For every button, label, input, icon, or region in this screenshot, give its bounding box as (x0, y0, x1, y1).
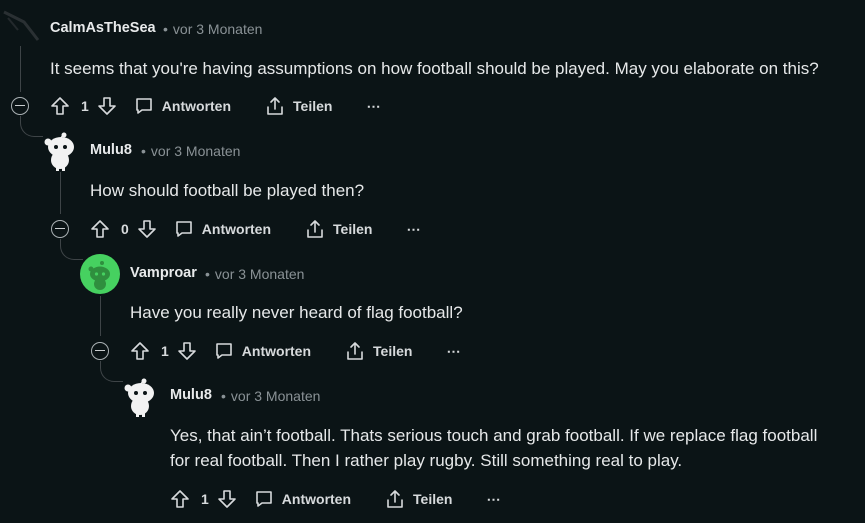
reply-button[interactable]: Antworten (134, 96, 231, 116)
upvote-icon[interactable] (90, 219, 110, 239)
vote-count: 0 (121, 221, 129, 237)
thread-line-2 (60, 172, 61, 214)
snoo-green-icon (80, 254, 120, 294)
share-icon (307, 220, 323, 238)
comment-text-line: Have you really never heard of flag foot… (130, 303, 463, 322)
upvote-icon[interactable] (170, 489, 190, 509)
comment-author[interactable]: Mulu8 (170, 387, 212, 403)
share-icon (267, 97, 283, 115)
comment-icon (175, 221, 192, 237)
vote-count: 1 (81, 98, 89, 114)
reply-button[interactable]: Antworten (254, 489, 351, 509)
separator-dot: • (205, 266, 210, 282)
comment-body: Have you really never heard of flag foot… (130, 300, 850, 325)
more-options-button[interactable]: ⋯ (406, 221, 420, 238)
timestamp-text: vor 3 Monaten (150, 143, 241, 159)
vote-count: 1 (201, 491, 209, 507)
thread-curve-3 (100, 361, 123, 382)
comment-icon (215, 343, 232, 359)
snoo-white-icon (44, 132, 74, 171)
comment-icon (135, 98, 152, 114)
reply-button[interactable]: Antworten (214, 341, 311, 361)
more-icon: ⋯ (366, 97, 381, 114)
timestamp-text: vor 3 Monaten (214, 266, 305, 282)
avatar[interactable] (2, 8, 40, 46)
comment-author[interactable]: Mulu8 (90, 142, 132, 158)
more-options-button[interactable]: ⋯ (446, 343, 460, 360)
downvote-icon[interactable] (177, 341, 197, 361)
comment-timestamp: • vor 3 Monaten (205, 266, 304, 282)
separator-dot: • (221, 388, 226, 404)
upvote-icon[interactable] (50, 96, 70, 116)
share-label: Teilen (373, 343, 413, 359)
comment-text-line: for real football. Then I rather play ru… (170, 451, 683, 470)
comment-action-bar: 0 Antworten Teilen ⋯ (90, 214, 420, 244)
comment-action-bar: 1 Antworten Teilen ⋯ (130, 336, 460, 366)
reply-label: Antworten (281, 491, 352, 507)
comment-timestamp: • vor 3 Monaten (221, 388, 320, 404)
downvote-icon[interactable] (137, 219, 157, 239)
more-options-button[interactable]: ⋯ (366, 98, 380, 115)
comment-body: Yes, that ain’t football. Thats serious … (170, 423, 860, 473)
comment-text-line: How should football be played then? (90, 181, 365, 200)
timestamp-text: vor 3 Monaten (230, 388, 321, 404)
reply-label: Antworten (241, 343, 312, 359)
share-label: Teilen (333, 221, 373, 237)
downvote-icon[interactable] (217, 489, 237, 509)
comment-body: How should football be played then? (90, 178, 850, 203)
share-label: Teilen (293, 98, 333, 114)
downvote-icon[interactable] (97, 96, 117, 116)
comment-timestamp: • vor 3 Monaten (141, 143, 240, 159)
timestamp-text: vor 3 Monaten (172, 21, 263, 37)
more-icon: ⋯ (446, 342, 461, 359)
thread-curve-1 (20, 116, 43, 137)
comment-text-line: Yes, that ain’t football. Thats serious … (170, 426, 818, 445)
reply-label: Antworten (161, 98, 232, 114)
separator-dot: • (163, 21, 168, 37)
vote-count: 1 (161, 343, 169, 359)
comment-action-bar: 1 Antworten Teilen ⋯ (170, 484, 500, 514)
share-icon (347, 342, 363, 360)
avatar[interactable] (122, 376, 158, 418)
upvote-icon[interactable] (130, 341, 150, 361)
share-button[interactable]: Teilen (305, 219, 372, 239)
collapse-thread-button[interactable] (51, 220, 69, 238)
avatar[interactable] (42, 130, 78, 172)
comment-author[interactable]: Vamproar (130, 265, 197, 281)
reply-label: Antworten (201, 221, 272, 237)
share-button[interactable]: Teilen (345, 341, 412, 361)
share-button[interactable]: Teilen (265, 96, 332, 116)
more-icon: ⋯ (406, 220, 421, 237)
avatar[interactable] (80, 254, 120, 294)
reply-button[interactable]: Antworten (174, 219, 271, 239)
comment-author[interactable]: CalmAsTheSea (50, 20, 156, 36)
dark-avatar-icon (3, 10, 40, 41)
thread-line-3 (100, 296, 101, 336)
more-options-button[interactable]: ⋯ (486, 491, 500, 508)
comment-icon (255, 491, 272, 507)
comment-action-bar: 1 Antworten Teilen ⋯ (50, 91, 380, 121)
comment-body: It seems that you're having assumptions … (50, 56, 850, 81)
snoo-white-icon (124, 378, 154, 417)
thread-line-1 (20, 46, 21, 92)
comment-text-line: It seems that you're having assumptions … (50, 59, 819, 78)
collapse-thread-button[interactable] (91, 342, 109, 360)
comment-timestamp: • vor 3 Monaten (163, 21, 262, 37)
share-label: Teilen (413, 491, 453, 507)
share-icon (387, 490, 403, 508)
more-icon: ⋯ (486, 490, 501, 507)
separator-dot: • (141, 143, 146, 159)
collapse-thread-button[interactable] (11, 97, 29, 115)
share-button[interactable]: Teilen (385, 489, 452, 509)
